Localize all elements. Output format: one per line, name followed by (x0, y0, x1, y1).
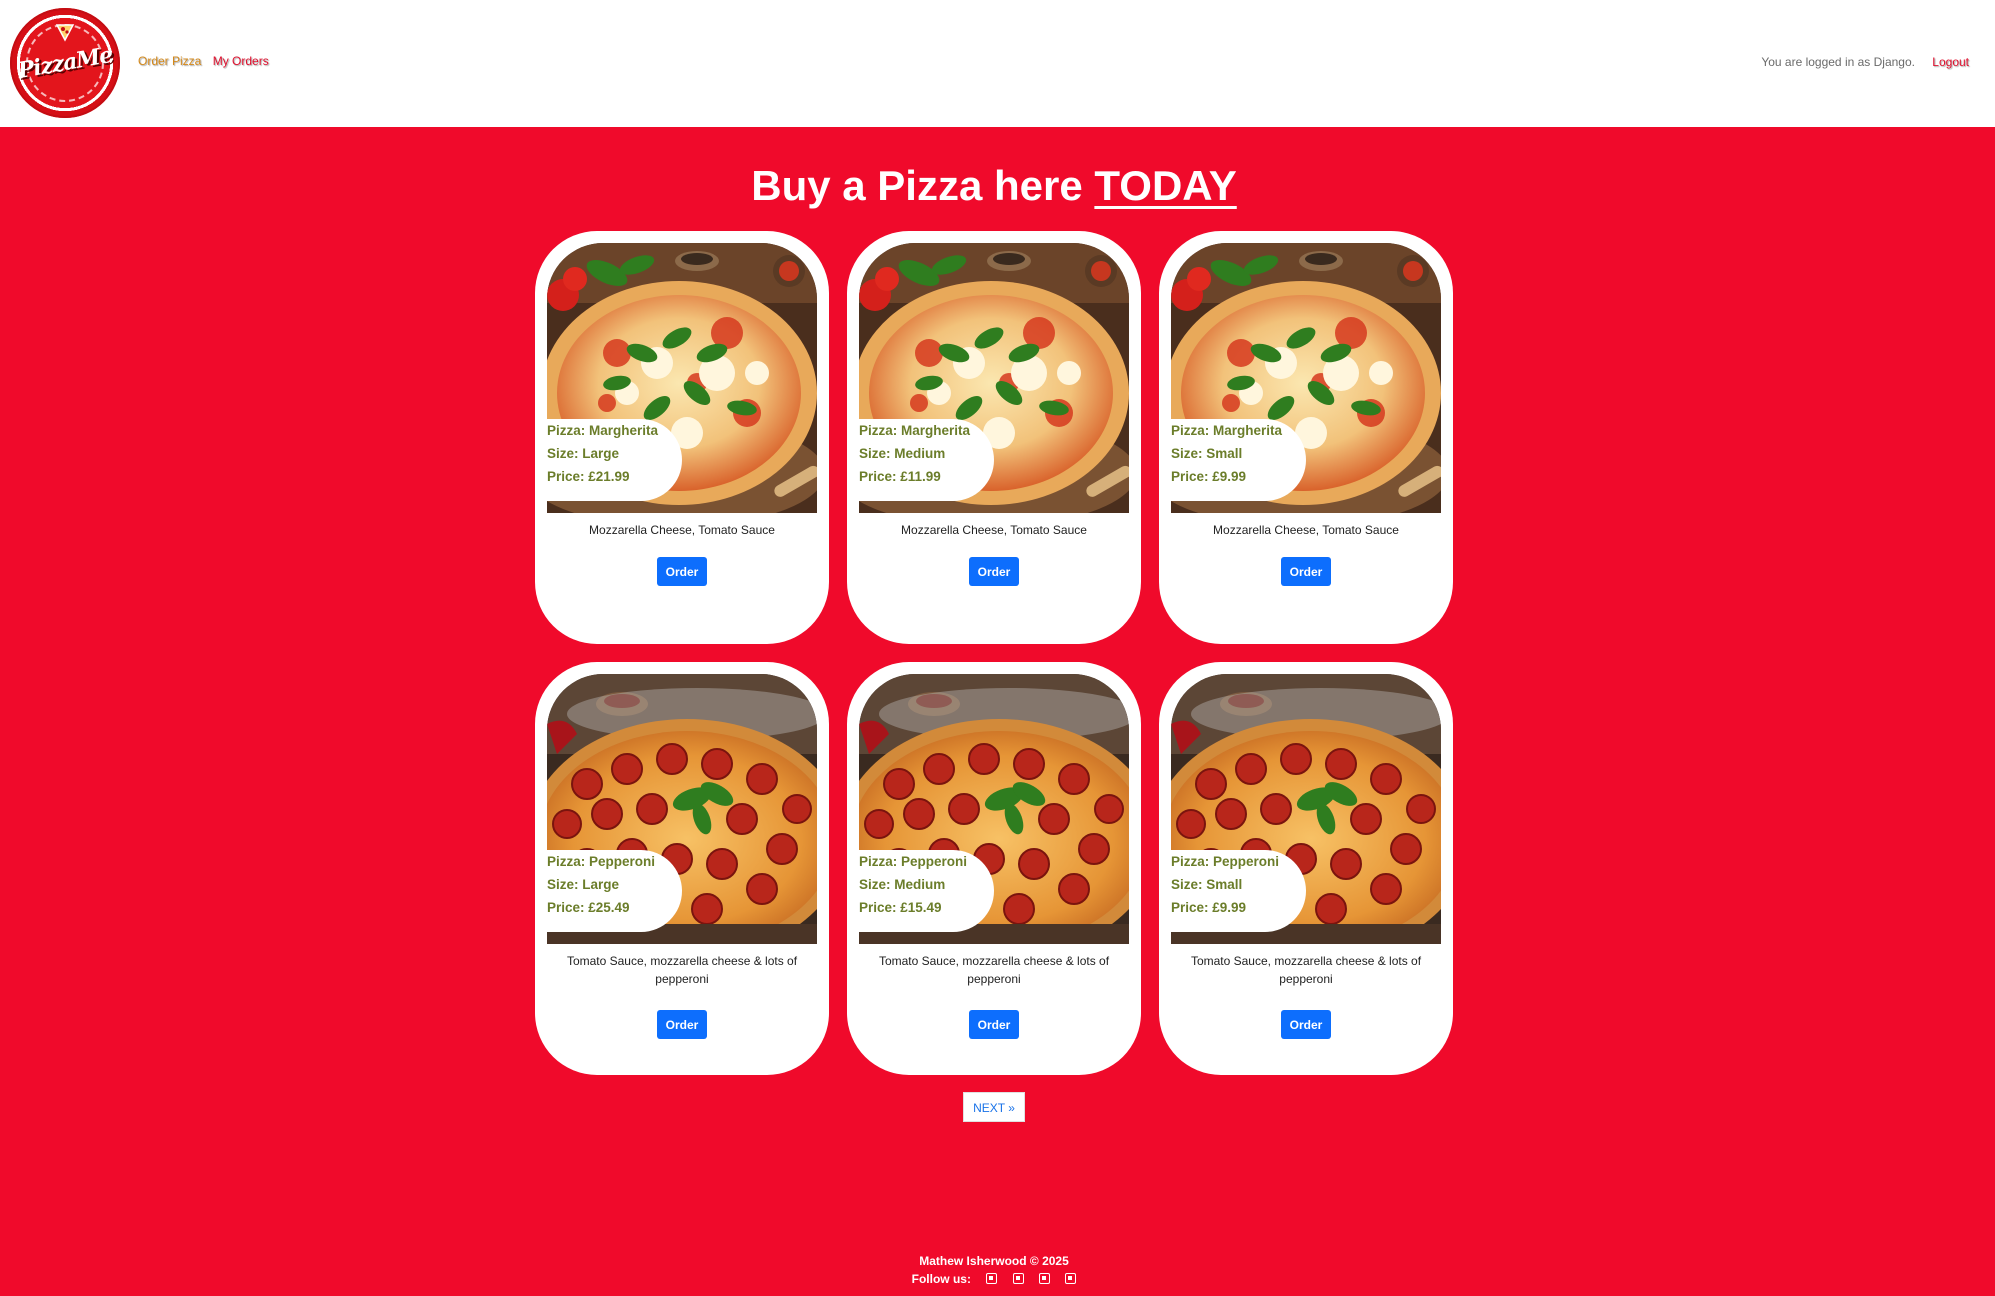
pizza-description: Tomato Sauce, mozzarella cheese & lots o… (1190, 954, 1422, 986)
pizza-info: Pizza: Margherita Size: Medium Price: £1… (859, 419, 994, 501)
pizza-info: Pizza: Margherita Size: Large Price: £21… (547, 419, 682, 501)
pizza-name: Pizza: Pepperoni (547, 854, 656, 869)
pizza-description: Mozzarella Cheese, Tomato Sauce (901, 523, 1087, 537)
pizza-size: Size: Large (547, 446, 620, 461)
order-button[interactable]: Order (1281, 557, 1331, 586)
pizza-info: Pizza: Pepperoni Size: Medium Price: £15… (859, 850, 994, 932)
youtube-icon[interactable] (1065, 1273, 1077, 1284)
order-button[interactable]: Order (969, 1010, 1019, 1039)
next-page-button[interactable]: NEXT » (963, 1092, 1025, 1122)
footer-follow: Follow us: (0, 1272, 1988, 1286)
site-header: PizzaMe Order Pizza My Orders You are lo… (0, 0, 1995, 127)
pizza-card: Pizza: Pepperoni Size: Medium Price: £15… (847, 662, 1141, 1075)
pizza-price: Price: £9.99 (1171, 469, 1247, 484)
pizza-size: Size: Large (547, 877, 620, 892)
main-nav: Order Pizza My Orders (138, 54, 277, 68)
pizza-size: Size: Medium (859, 446, 946, 461)
pizza-description: Tomato Sauce, mozzarella cheese & lots o… (566, 954, 798, 986)
pizza-size: Size: Medium (859, 877, 946, 892)
page-title-emphasis: TODAY (1094, 162, 1237, 209)
order-button[interactable]: Order (657, 1010, 707, 1039)
page-title-text: Buy a Pizza here (751, 162, 1083, 209)
follow-us-label: Follow us: (911, 1272, 971, 1286)
order-button[interactable]: Order (1281, 1010, 1331, 1039)
pizza-price: Price: £15.49 (859, 900, 942, 915)
nav-my-orders[interactable]: My Orders (213, 54, 269, 68)
pizza-card: Pizza: Margherita Size: Large Price: £21… (535, 231, 829, 644)
pizza-card: Pizza: Pepperoni Size: Large Price: £25.… (535, 662, 829, 1075)
pizza-card: Pizza: Margherita Size: Medium Price: £1… (847, 231, 1141, 644)
footer-copyright: Mathew Isherwood © 2025 (919, 1254, 1069, 1268)
order-button[interactable]: Order (657, 557, 707, 586)
pizza-info: Pizza: Pepperoni Size: Large Price: £25.… (547, 850, 682, 932)
pizzame-logo[interactable]: PizzaMe (10, 8, 120, 118)
pizza-name: Pizza: Pepperoni (859, 854, 968, 869)
pizza-slice-icon (55, 24, 75, 42)
pizza-price: Price: £25.49 (547, 900, 630, 915)
pizza-size: Size: Small (1171, 446, 1243, 461)
page-title: Buy a Pizza here TODAY (0, 162, 1988, 210)
pizza-info: Pizza: Pepperoni Size: Small Price: £9.9… (1171, 850, 1306, 932)
nav-order-pizza[interactable]: Order Pizza (138, 54, 201, 68)
twitter-icon[interactable] (1012, 1273, 1024, 1284)
pizza-name: Pizza: Margherita (1171, 423, 1283, 438)
pizza-size: Size: Small (1171, 877, 1243, 892)
pizza-info: Pizza: Margherita Size: Small Price: £9.… (1171, 419, 1306, 501)
pizza-card: Pizza: Pepperoni Size: Small Price: £9.9… (1159, 662, 1453, 1075)
pizza-card: Pizza: Margherita Size: Small Price: £9.… (1159, 231, 1453, 644)
pizza-name: Pizza: Margherita (859, 423, 971, 438)
order-button[interactable]: Order (969, 557, 1019, 586)
instagram-icon[interactable] (1039, 1273, 1050, 1284)
pizza-description: Mozzarella Cheese, Tomato Sauce (589, 523, 775, 537)
pizza-description: Mozzarella Cheese, Tomato Sauce (1213, 523, 1399, 537)
pizza-price: Price: £11.99 (859, 469, 941, 484)
login-status: You are logged in as Django. (1761, 55, 1915, 69)
pizza-price: Price: £21.99 (547, 469, 630, 484)
facebook-icon[interactable] (986, 1273, 998, 1284)
pizza-description: Tomato Sauce, mozzarella cheese & lots o… (878, 954, 1110, 986)
pizza-name: Pizza: Margherita (547, 423, 659, 438)
pizza-name: Pizza: Pepperoni (1171, 854, 1280, 869)
pizza-price: Price: £9.99 (1171, 900, 1247, 915)
logout-link[interactable]: Logout (1932, 55, 1969, 69)
